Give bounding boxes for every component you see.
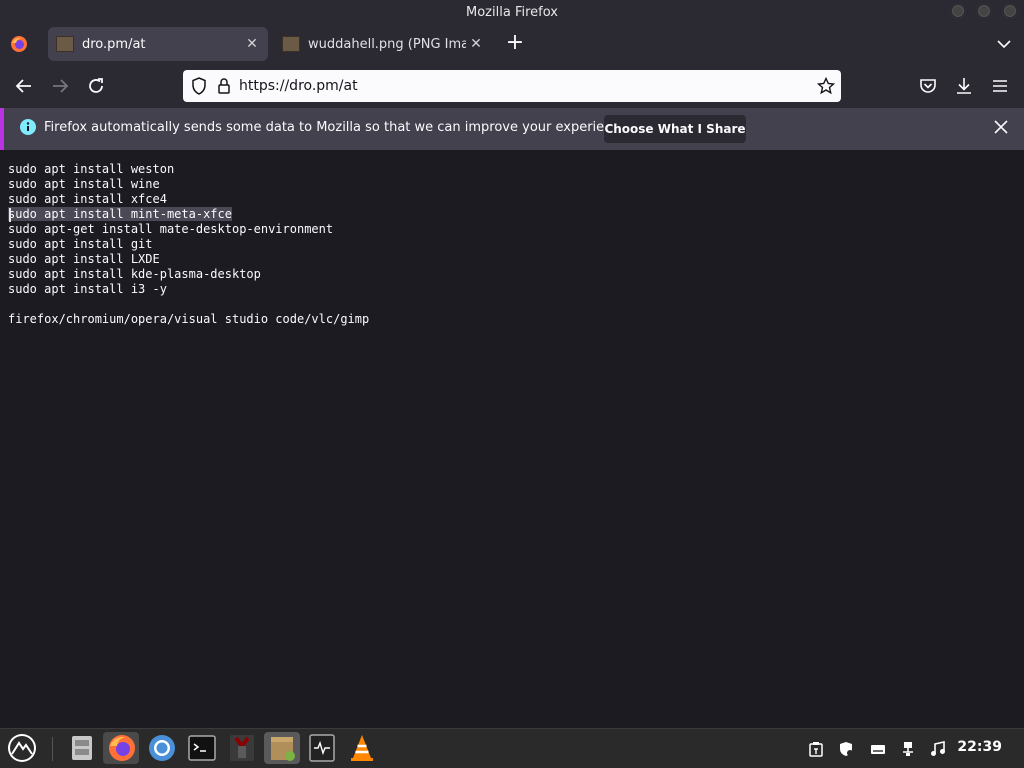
close-notification-icon[interactable] (992, 118, 1010, 136)
plain-text-document: sudo apt install weston sudo apt install … (8, 162, 369, 327)
text-line: sudo apt install kde-plasma-desktop (8, 267, 261, 281)
text-line: firefox/chromium/opera/visual studio cod… (8, 312, 370, 326)
network-icon[interactable] (900, 741, 916, 757)
hamburger-menu-icon[interactable] (989, 75, 1011, 97)
back-arrow-icon[interactable] (13, 75, 35, 97)
terminal-icon[interactable] (186, 732, 218, 764)
window-titlebar: Mozilla Firefox (0, 0, 1024, 24)
window-controls (950, 3, 1018, 19)
reload-icon[interactable] (85, 75, 107, 97)
info-icon (20, 119, 36, 135)
app-menu-icon[interactable] (6, 732, 38, 764)
clock[interactable]: 22:39 (957, 739, 1002, 755)
tab-wuddahell[interactable]: wuddahell.png (PNG Image ✕ (274, 27, 492, 61)
firefox-view-icon[interactable] (10, 35, 28, 53)
new-tab-button[interactable]: + (504, 32, 526, 54)
minimize-button[interactable] (950, 3, 966, 19)
image-favicon-icon (282, 36, 300, 52)
lock-icon[interactable] (217, 77, 231, 95)
window-title: Mozilla Firefox (466, 4, 558, 20)
url-text[interactable]: https://dro.pm/at (239, 78, 358, 94)
page-favicon-icon (56, 36, 74, 52)
vlc-icon[interactable] (346, 732, 378, 764)
bookmark-star-icon[interactable] (817, 77, 835, 95)
navigation-toolbar: https://dro.pm/at (0, 64, 1024, 108)
pocket-icon[interactable] (917, 75, 939, 97)
text-line: sudo apt install wine (8, 177, 160, 191)
choose-what-i-share-button[interactable]: Choose What I Share (604, 115, 746, 143)
clipboard-icon[interactable] (808, 741, 824, 757)
page-content: sudo apt install weston sudo apt install … (0, 150, 1024, 728)
tab-label: dro.pm/at (82, 36, 146, 52)
text-line: sudo apt-get install mate-desktop-enviro… (8, 222, 334, 236)
tab-list-chevron-down-icon[interactable] (996, 36, 1012, 52)
keyboard-icon[interactable] (870, 741, 886, 757)
forward-arrow-icon[interactable] (49, 75, 71, 97)
text-line (8, 297, 369, 312)
taskbar: 22:39 (0, 728, 1024, 768)
app-icon[interactable] (226, 732, 258, 764)
file-manager-icon[interactable] (66, 732, 98, 764)
telemetry-notification-bar: Firefox automatically sends some data to… (0, 108, 1024, 150)
url-bar[interactable]: https://dro.pm/at (183, 70, 841, 102)
downloads-icon[interactable] (953, 75, 975, 97)
firefox-icon[interactable] (106, 732, 138, 764)
tracking-protection-shield-icon[interactable] (191, 77, 207, 95)
tab-bar: dro.pm/at ✕ wuddahell.png (PNG Image ✕ + (0, 24, 1024, 64)
text-line: sudo apt install LXDE (8, 252, 160, 266)
tab-dro-pm[interactable]: dro.pm/at ✕ (48, 27, 268, 61)
tab-label: wuddahell.png (PNG Image (308, 36, 466, 52)
text-cursor (9, 208, 11, 222)
text-line: sudo apt install xfce4 (8, 192, 167, 206)
close-window-button[interactable] (1002, 3, 1018, 19)
maximize-button[interactable] (976, 3, 992, 19)
selected-text-line: sudo apt install mint-meta-xfce (8, 207, 232, 221)
text-line: sudo apt install weston (8, 162, 175, 176)
notification-message: Firefox automatically sends some data to… (44, 120, 632, 135)
system-monitor-icon[interactable] (306, 732, 338, 764)
archive-manager-icon[interactable] (266, 732, 298, 764)
security-icon[interactable] (838, 741, 854, 757)
text-line: sudo apt install git (8, 237, 153, 251)
chromium-icon[interactable] (146, 732, 178, 764)
close-tab-icon[interactable]: ✕ (466, 36, 486, 52)
close-tab-icon[interactable]: ✕ (242, 36, 262, 52)
volume-icon[interactable] (930, 741, 946, 757)
text-line: sudo apt install i3 -y (8, 282, 167, 296)
